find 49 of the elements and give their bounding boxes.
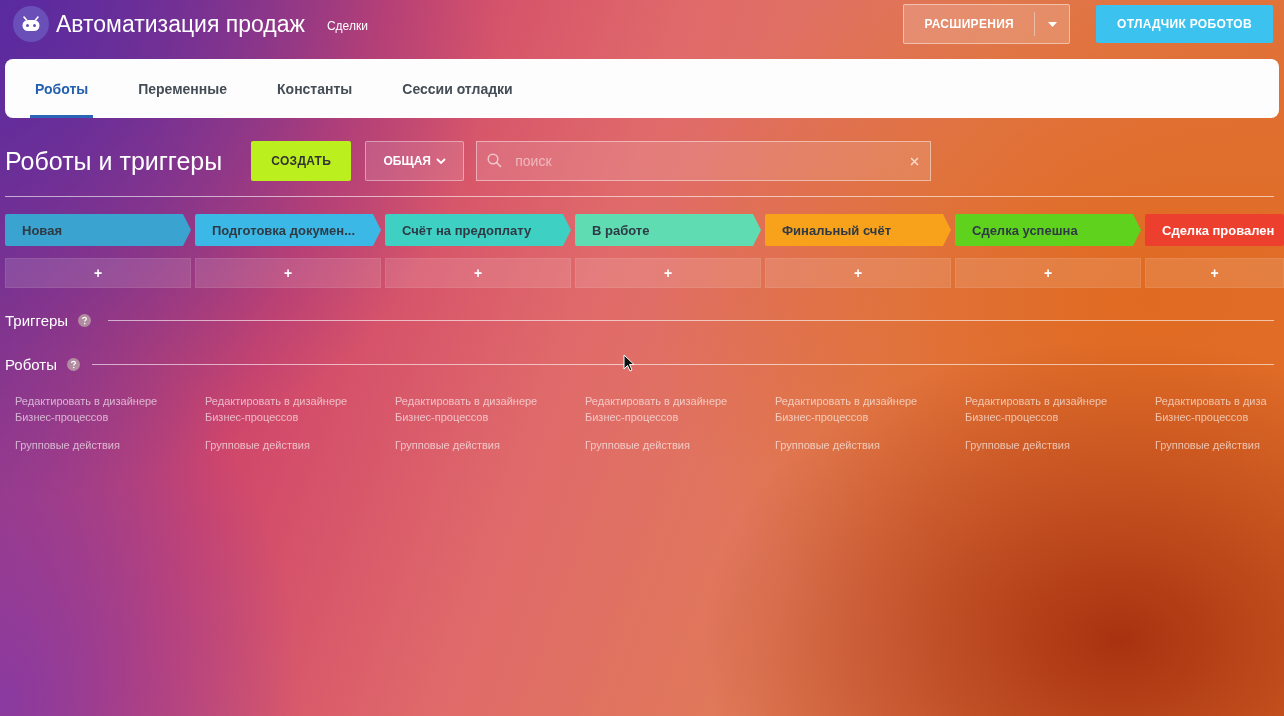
- stage-header: Счёт на предоплату: [385, 214, 571, 246]
- stage-header: Подготовка докумен...: [195, 214, 381, 246]
- tab[interactable]: Сессии отладки: [397, 59, 518, 118]
- designer-link[interactable]: Редактировать в дизайнере Бизнес-процессов: [15, 393, 201, 425]
- add-robot-button[interactable]: +: [1145, 258, 1284, 288]
- stage-header: Сделка провален: [1145, 214, 1284, 246]
- search-field[interactable]: поиск: [476, 141, 932, 181]
- stage-header: Новая: [5, 214, 191, 246]
- help-icon[interactable]: [78, 314, 92, 327]
- extensions-button[interactable]: РАСШИРЕНИЯ: [904, 5, 1034, 43]
- robot-debugger-button[interactable]: ОТЛАДЧИК РОБОТОВ: [1096, 5, 1273, 43]
- add-robot-button[interactable]: +: [385, 258, 571, 288]
- tab[interactable]: Переменные: [133, 59, 233, 118]
- cursor-icon: [623, 354, 635, 372]
- add-robot-button[interactable]: +: [575, 258, 761, 288]
- group-actions-link[interactable]: Групповые действия: [205, 439, 391, 451]
- add-robot-button[interactable]: +: [195, 258, 381, 288]
- stage-header: Финальный счёт: [765, 214, 951, 246]
- stage-header: В работе: [575, 214, 761, 246]
- robot-logo-icon: [13, 6, 49, 42]
- group-actions-link[interactable]: Групповые действия: [965, 439, 1151, 451]
- designer-link[interactable]: Редактировать в диза Бизнес-процессов: [1155, 393, 1284, 425]
- group-actions-link[interactable]: Групповые действия: [775, 439, 961, 451]
- designer-link[interactable]: Редактировать в дизайнере Бизнес-процессов: [585, 393, 771, 425]
- section-title: Роботы: [5, 356, 57, 373]
- add-robot-button[interactable]: +: [5, 258, 191, 288]
- section-title: Триггеры: [5, 312, 69, 329]
- tab[interactable]: Роботы: [30, 59, 94, 118]
- group-actions-link[interactable]: Групповые действия: [395, 439, 581, 451]
- filter-dropdown[interactable]: ОБЩАЯ: [365, 141, 465, 181]
- app-title: Автоматизация продаж: [56, 10, 305, 38]
- page-title: Роботы и триггеры: [5, 146, 223, 176]
- search-icon: [487, 153, 503, 168]
- add-robot-button[interactable]: +: [765, 258, 951, 288]
- group-actions-link[interactable]: Групповые действия: [15, 439, 201, 451]
- breadcrumb-link[interactable]: Сделки: [326, 19, 368, 33]
- designer-link[interactable]: Редактировать в дизайнере Бизнес-процессов: [205, 393, 391, 425]
- tab[interactable]: Константы: [272, 59, 358, 118]
- group-actions-link[interactable]: Групповые действия: [585, 439, 771, 451]
- group-actions-link[interactable]: Групповые действия: [1155, 439, 1284, 451]
- add-robot-button[interactable]: +: [955, 258, 1141, 288]
- stage-header: Сделка успешна: [955, 214, 1141, 246]
- designer-link[interactable]: Редактировать в дизайнере Бизнес-процессов: [965, 393, 1151, 425]
- create-button[interactable]: СОЗДАТЬ: [251, 141, 352, 181]
- chevron-down-icon: [435, 158, 446, 164]
- help-icon[interactable]: [66, 358, 80, 371]
- extensions-split-button[interactable]: РАСШИРЕНИЯ: [903, 4, 1070, 44]
- designer-link[interactable]: Редактировать в дизайнере Бизнес-процессов: [775, 393, 961, 425]
- designer-link[interactable]: Редактировать в дизайнере Бизнес-процессов: [395, 393, 581, 425]
